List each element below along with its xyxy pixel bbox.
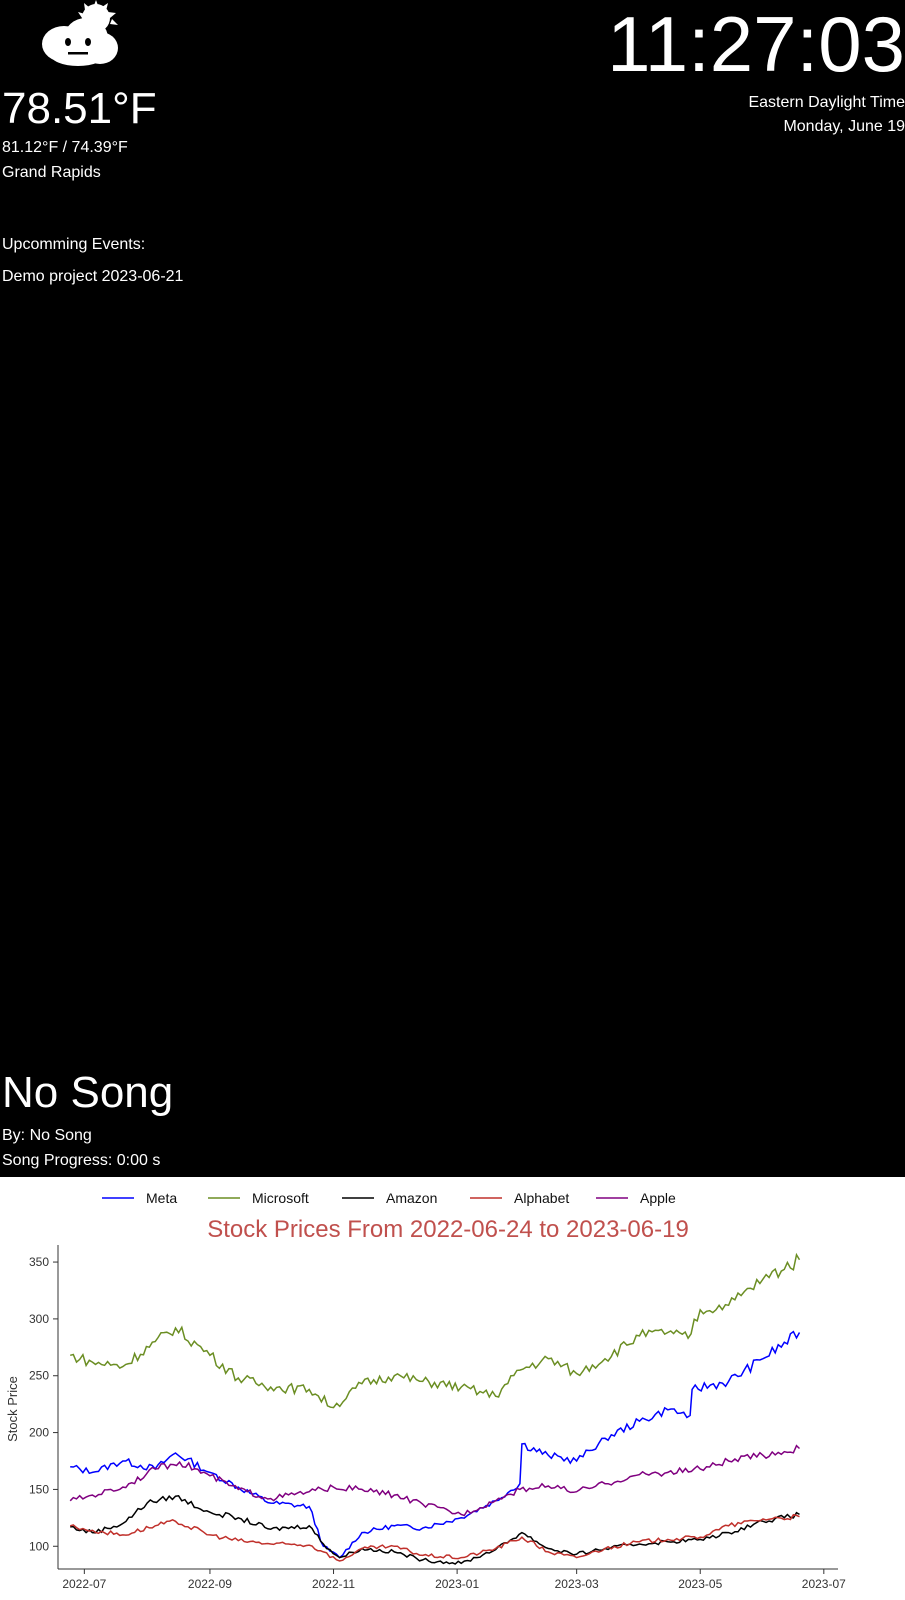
x-tick-label: 2023-07 — [802, 1577, 846, 1591]
y-tick-label: 300 — [29, 1312, 49, 1326]
date-label: Monday, June 19 — [783, 118, 905, 135]
stock-chart-panel: Meta Microsoft Amazon Alphabet Apple Stock P… — [0, 1177, 905, 1600]
timezone-label: Eastern Daylight Time — [748, 94, 905, 111]
events-heading: Upcomming Events: — [2, 236, 146, 253]
x-tick-label: 2023-01 — [435, 1577, 479, 1591]
event-item: Demo project 2023-06-21 — [2, 268, 184, 285]
stock-chart: Meta Microsoft Amazon Alphabet Apple Stock P… — [5, 1190, 846, 1591]
legend-label: Meta — [146, 1190, 177, 1206]
legend-label: Apple — [640, 1190, 676, 1206]
y-tick-label: 200 — [29, 1426, 49, 1440]
x-tick-label: 2022-07 — [62, 1577, 106, 1591]
legend-label: Amazon — [386, 1190, 437, 1206]
y-axis-label: Stock Price — [5, 1376, 20, 1442]
song-artist: By: No Song — [2, 1127, 92, 1144]
cloud-sun-icon — [42, 0, 118, 66]
y-tick-label: 100 — [29, 1539, 49, 1553]
current-temperature: 78.51°F — [2, 84, 157, 133]
y-tick-label: 150 — [29, 1482, 49, 1496]
y-tick-label: 250 — [29, 1369, 49, 1383]
song-title: No Song — [2, 1068, 174, 1117]
high-low-temperature: 81.12°F / 74.39°F — [2, 139, 128, 156]
x-tick-label: 2023-03 — [555, 1577, 599, 1591]
x-ticks: 2022-07 2022-09 2022-11 2023-01 2023-03 2023-… — [62, 1569, 846, 1591]
legend-label: Alphabet — [514, 1190, 569, 1206]
series-line-amazon — [70, 1494, 800, 1565]
y-tick-label: 350 — [29, 1255, 49, 1269]
series-line-alphabet — [69, 1513, 800, 1562]
chart-title: Stock Prices From 2022-06-24 to 2023-06-… — [207, 1216, 689, 1243]
x-tick-label: 2022-09 — [188, 1577, 232, 1591]
chart-series — [69, 1252, 801, 1565]
y-ticks: 100 150 200 250 300 350 — [29, 1255, 58, 1553]
x-tick-label: 2022-11 — [312, 1577, 355, 1591]
legend-label: Microsoft — [252, 1190, 309, 1206]
chart-legend: Meta Microsoft Amazon Alphabet Apple — [102, 1190, 676, 1206]
clock-time: 11:27:03 — [607, 0, 905, 88]
x-tick-label: 2023-05 — [678, 1577, 722, 1591]
series-line-microsoft — [70, 1252, 801, 1409]
song-progress: Song Progress: 0:00 s — [2, 1152, 161, 1169]
city-name: Grand Rapids — [2, 164, 101, 181]
